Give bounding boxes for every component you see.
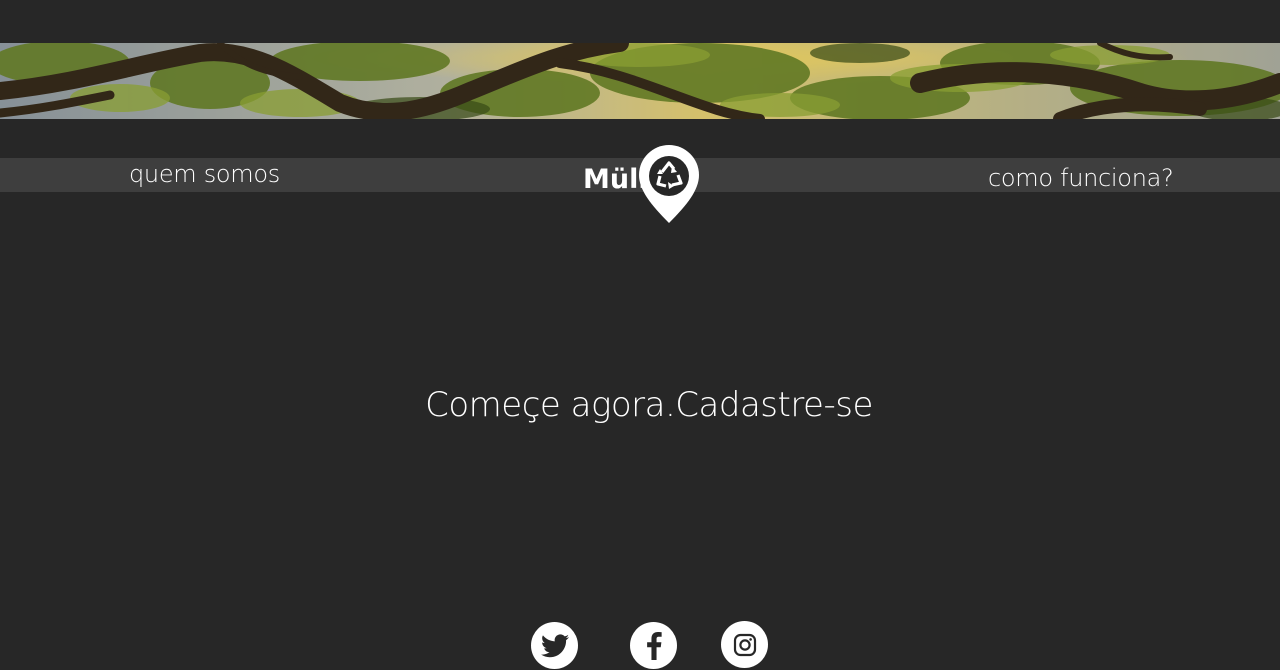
logo[interactable]: Müll <box>582 145 702 225</box>
cta-heading: Começe agora.Cadastre-se <box>0 385 1280 425</box>
hero-banner-image <box>0 43 1280 119</box>
page: quem somos Müll como funciona? Começe ag… <box>0 0 1280 670</box>
recycle-map-pin-icon <box>639 145 699 223</box>
cta-lead-text: Começe agora. <box>425 385 676 425</box>
twitter-icon <box>540 633 569 657</box>
twitter-button[interactable] <box>531 622 578 669</box>
instagram-icon <box>733 633 756 656</box>
facebook-icon <box>646 631 662 660</box>
nav-link-quem-somos[interactable]: quem somos <box>129 160 280 188</box>
signup-link[interactable]: Cadastre-se <box>675 385 873 425</box>
logo-text: Müll <box>583 164 648 195</box>
facebook-button[interactable] <box>630 622 677 669</box>
nav-link-como-funciona[interactable]: como funciona? <box>988 164 1174 192</box>
instagram-button[interactable] <box>721 621 768 668</box>
